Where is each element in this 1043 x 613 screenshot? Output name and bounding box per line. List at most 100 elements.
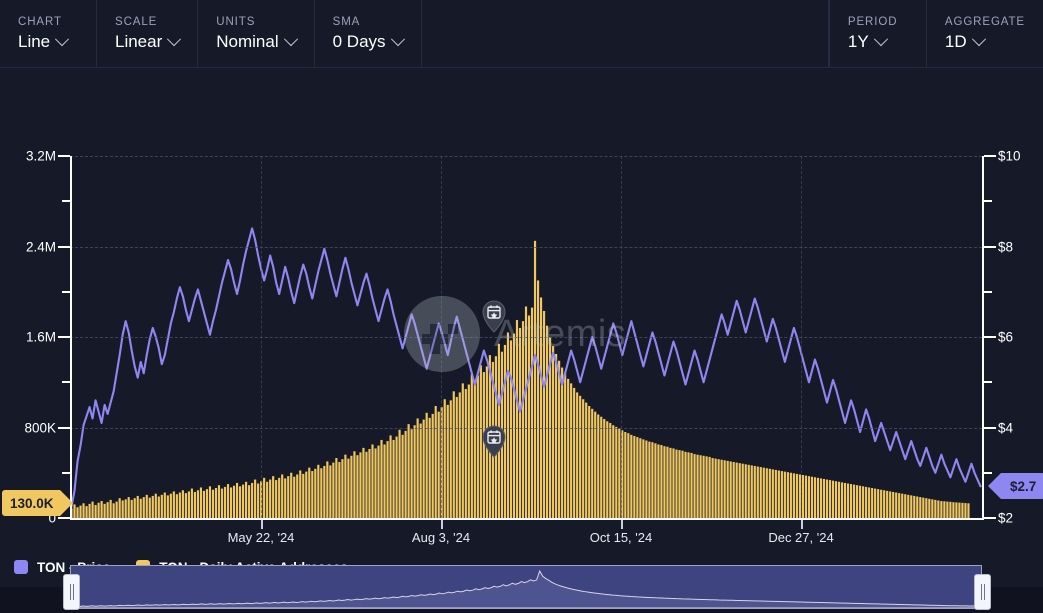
bar — [777, 470, 780, 518]
bar — [723, 460, 726, 518]
bar — [97, 502, 100, 518]
toolbar-spacer — [422, 0, 829, 67]
bar — [208, 486, 212, 518]
y-axis-left-label: 800K — [24, 420, 56, 435]
chevron-down-icon[interactable] — [971, 31, 986, 46]
bar — [172, 491, 175, 518]
bar — [193, 491, 196, 518]
bar — [600, 416, 603, 518]
bar — [780, 471, 783, 518]
toolbar-control-value: Line — [18, 32, 78, 52]
y-axis-left-tick — [58, 245, 70, 248]
bar — [317, 464, 320, 518]
toolbar-control-scale[interactable]: SCALE Linear — [97, 0, 199, 67]
chevron-down-icon[interactable] — [167, 31, 182, 46]
range-end-handle[interactable] — [974, 574, 991, 610]
bar — [205, 489, 209, 518]
y-axis-left-minor-tick — [62, 471, 70, 474]
bar — [398, 429, 401, 518]
bar — [509, 340, 513, 518]
bar — [512, 333, 516, 518]
y-axis-left-spine — [70, 156, 72, 520]
bar — [940, 501, 943, 518]
bar — [822, 478, 826, 518]
bar-series — [70, 240, 970, 519]
bar — [892, 491, 895, 518]
bar — [567, 378, 570, 518]
bar — [395, 436, 398, 518]
toolbar-control-sma[interactable]: SMA 0 Days — [315, 0, 422, 67]
bar — [377, 445, 380, 518]
bar — [693, 454, 696, 518]
bar — [696, 454, 699, 518]
bar — [332, 462, 335, 518]
bar — [931, 499, 934, 518]
calendar-pin-icon[interactable] — [481, 424, 507, 458]
bar — [431, 413, 434, 518]
chevron-down-icon[interactable] — [283, 31, 298, 46]
bar — [564, 373, 567, 518]
bar — [904, 494, 907, 518]
bar — [157, 496, 160, 518]
bar — [473, 381, 476, 518]
toolbar-control-units[interactable]: UNITS Nominal — [198, 0, 315, 67]
bar — [582, 399, 585, 518]
range-selection-band[interactable] — [70, 565, 983, 609]
toolbar-left-group: CHART Line SCALE Linear UNITS Nominal SMA 0 Day… — [0, 0, 422, 67]
bar — [353, 451, 356, 518]
bar — [449, 400, 452, 518]
x-axis-tick — [441, 520, 443, 529]
bar — [738, 463, 741, 518]
legend-color-swatch — [14, 560, 28, 574]
toolbar-control-chart[interactable]: CHART Line — [0, 0, 97, 67]
chevron-down-icon[interactable] — [390, 31, 405, 46]
toolbar-control-period[interactable]: PERIOD 1Y — [828, 0, 926, 67]
bar — [232, 485, 236, 518]
y-axis-right-label: $2 — [998, 510, 1014, 526]
bar — [916, 496, 919, 518]
bar — [296, 474, 299, 518]
bar — [813, 477, 817, 518]
chevron-down-icon[interactable] — [55, 31, 70, 46]
chevron-down-icon[interactable] — [873, 31, 888, 46]
bar — [184, 493, 187, 518]
bar — [750, 465, 753, 518]
bar — [383, 444, 386, 518]
bar — [368, 448, 371, 518]
x-axis-spine — [70, 518, 984, 520]
bar — [320, 468, 323, 519]
toolbar-control-aggregate[interactable]: AGGREGATE 1D — [925, 0, 1043, 67]
bar — [889, 491, 892, 518]
bar — [837, 481, 841, 518]
y-axis-right-label: $6 — [998, 329, 1014, 345]
toolbar-control-value: 0 Days — [333, 31, 405, 52]
bar — [428, 417, 431, 518]
bar — [148, 497, 151, 518]
bar — [588, 406, 591, 518]
bar — [145, 494, 148, 518]
bar — [545, 325, 549, 518]
bar — [329, 465, 332, 518]
bar — [323, 465, 326, 518]
y-axis-left-minor-tick — [62, 290, 70, 293]
toolbar-control-label: PERIOD — [847, 15, 898, 28]
bar — [762, 467, 765, 518]
bar — [678, 450, 681, 519]
range-slider[interactable] — [63, 565, 991, 610]
bar — [82, 503, 85, 518]
bar — [729, 461, 732, 518]
bar — [536, 280, 540, 518]
bar — [862, 486, 865, 518]
toolbar-control-value-text: Line — [18, 31, 51, 51]
toolbar-control-value: 1Y — [848, 32, 908, 52]
grip-line — [69, 584, 71, 600]
bar — [422, 419, 425, 518]
bar — [263, 477, 266, 518]
y-axis-right-minor-tick — [984, 381, 992, 384]
bar — [591, 408, 594, 518]
range-start-handle[interactable] — [63, 574, 80, 610]
calendar-pin-icon[interactable] — [481, 299, 507, 333]
vertical-gridline — [801, 156, 802, 518]
bar — [166, 495, 169, 519]
bar — [753, 465, 756, 518]
